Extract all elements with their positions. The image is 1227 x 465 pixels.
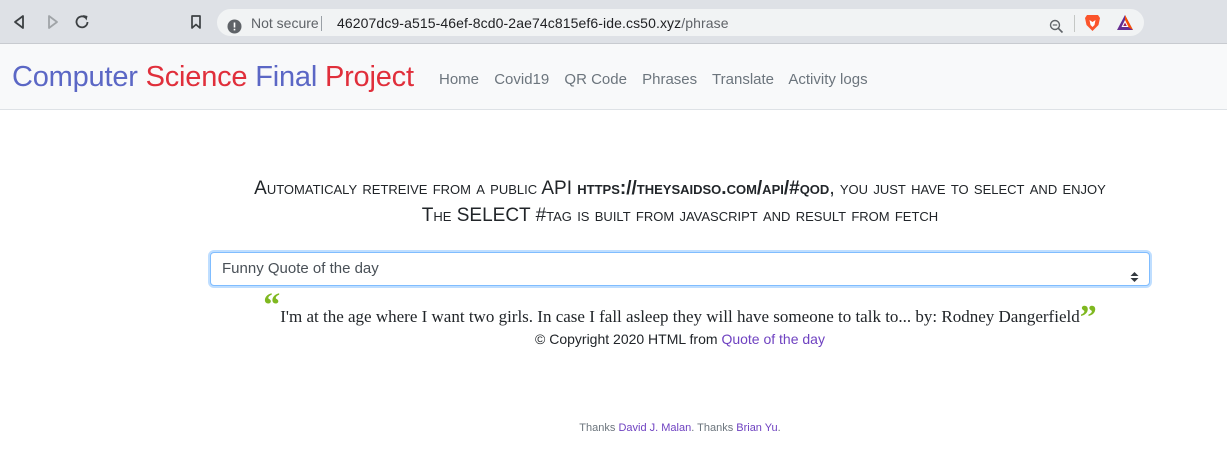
select-value: Funny Quote of the day — [222, 260, 379, 277]
brand-word-science: Science — [145, 61, 248, 93]
nav-link-home[interactable]: Home — [439, 71, 479, 88]
nav-link-qr-code[interactable]: QR Code — [564, 71, 627, 88]
select-heading: The SELECT #tag is built from javascript… — [421, 205, 939, 226]
nav-link-covid19[interactable]: Covid19 — [494, 71, 549, 88]
brave-shields-icon[interactable] — [1084, 14, 1101, 32]
page-footer: Thanks David J. Malan. Thanks Brian Yu. — [0, 421, 1227, 435]
quote-block: “I'm at the age where I want two girls. … — [0, 289, 1227, 335]
rewards-icon[interactable] — [1116, 14, 1134, 32]
nav-link-translate[interactable]: Translate — [712, 71, 774, 88]
quote-text: I'm at the age where I want two girls. I… — [280, 307, 1080, 326]
nav-links: Home Covid19 QR Code Phrases Translate A… — [439, 71, 879, 89]
api-heading-prefix: Automaticaly retreive from a public API — [254, 178, 578, 199]
site-navbar: Computer Science Final Project Home Covi… — [0, 44, 1227, 110]
select-caret-icon — [1130, 263, 1139, 282]
info-icon[interactable] — [227, 16, 242, 34]
address-divider — [321, 16, 322, 31]
address-bar[interactable]: Not secure 46207dc9-a515-46ef-8cd0-2ae74… — [217, 9, 1144, 36]
site-brand[interactable]: Computer Science Final Project — [12, 59, 414, 95]
bookmark-icon[interactable] — [186, 12, 206, 32]
nav-link-activity-logs[interactable]: Activity logs — [788, 71, 867, 88]
api-url: https://theysaidso.com/api/#qod — [577, 178, 830, 199]
quote-of-the-day-link[interactable]: Quote of the day — [721, 331, 825, 347]
toolbar-divider — [1074, 15, 1075, 32]
footer-thanks-1: Thanks — [579, 422, 619, 434]
browser-toolbar: Not secure 46207dc9-a515-46ef-8cd0-2ae74… — [0, 0, 1227, 44]
footer-end: . — [777, 422, 781, 434]
security-label: Not secure — [251, 15, 319, 31]
copyright: © Copyright 2020 HTML from Quote of the … — [0, 330, 1227, 348]
url-text[interactable]: 46207dc9-a515-46ef-8cd0-2ae74c815ef6-ide… — [337, 10, 729, 37]
back-icon[interactable] — [10, 12, 30, 32]
copyright-text: © Copyright 2020 HTML from — [535, 331, 722, 347]
url-path: /phrase — [681, 15, 729, 31]
forward-icon[interactable] — [42, 12, 62, 32]
nav-link-phrases[interactable]: Phrases — [642, 71, 697, 88]
david-malan-link[interactable]: David J. Malan — [618, 422, 691, 434]
url-host: 46207dc9-a515-46ef-8cd0-2ae74c815ef6-ide… — [337, 15, 682, 31]
api-heading: Automaticaly retreive from a public API … — [0, 177, 1227, 201]
open-quote-icon: “ — [263, 287, 281, 324]
zoom-icon[interactable] — [1049, 16, 1064, 34]
api-heading-suffix: , you just have to select and enjoy — [829, 178, 1106, 199]
footer-thanks-2: . Thanks — [691, 422, 737, 434]
reload-icon[interactable] — [72, 12, 92, 32]
quote-category-select[interactable]: Funny Quote of the day — [210, 252, 1150, 286]
brand-word-project: Project — [324, 61, 414, 93]
brian-yu-link[interactable]: Brian Yu — [736, 422, 777, 434]
brand-word-final: Final — [255, 61, 318, 93]
brand-word-computer: Computer — [12, 61, 138, 93]
